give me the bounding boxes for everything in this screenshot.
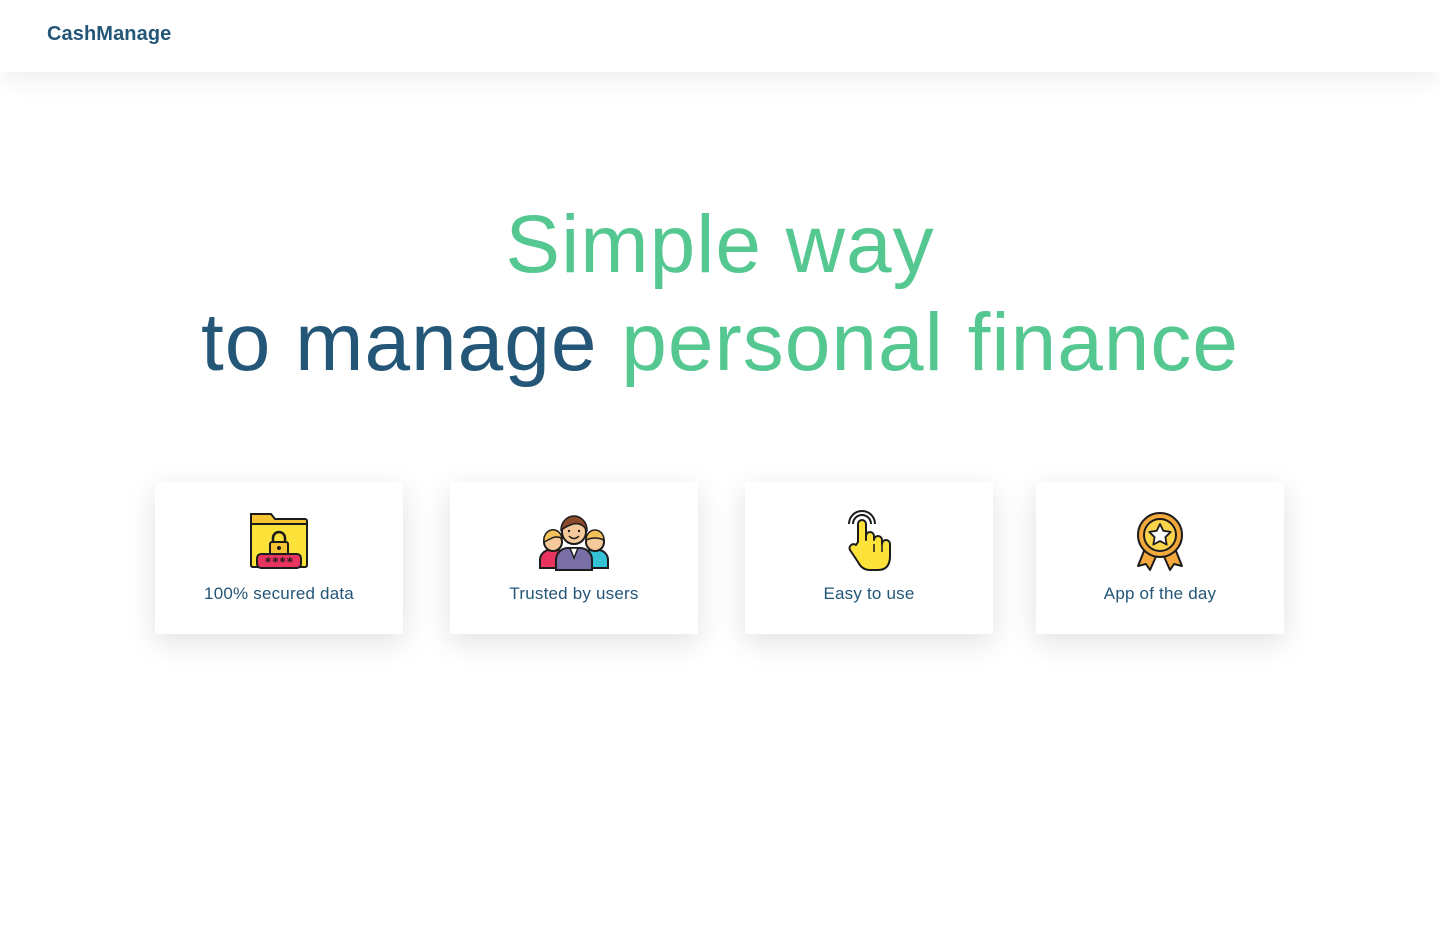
brand-logo[interactable]: CashManage	[47, 23, 171, 46]
hero-line-1: Simple way	[505, 199, 935, 290]
secure-folder-icon: ****	[249, 510, 309, 572]
feature-card-secured: **** 100% secured data	[155, 482, 403, 634]
svg-text:****: ****	[265, 555, 294, 569]
users-group-icon	[538, 510, 610, 572]
feature-card-easy: Easy to use	[745, 482, 993, 634]
top-navbar: CashManage	[0, 0, 1440, 72]
features-row: **** 100% secured data Trusted by users …	[0, 482, 1440, 634]
feature-label: Trusted by users	[509, 584, 639, 603]
award-medal-icon	[1130, 510, 1190, 572]
feature-card-trusted: Trusted by users	[450, 482, 698, 634]
feature-label: 100% secured data	[204, 584, 354, 603]
feature-label: App of the day	[1103, 584, 1217, 603]
touch-hand-icon	[839, 510, 899, 572]
feature-label: Easy to use	[823, 584, 915, 603]
hero-line-2-part-1: to manage	[200, 297, 598, 388]
hero-heading: Simple way to manage personal finance	[0, 196, 1440, 392]
feature-card-award: App of the day	[1036, 482, 1284, 634]
hero-line-2: to manage personal finance	[0, 294, 1440, 392]
hero-line-2-part-2: personal finance	[621, 297, 1240, 388]
